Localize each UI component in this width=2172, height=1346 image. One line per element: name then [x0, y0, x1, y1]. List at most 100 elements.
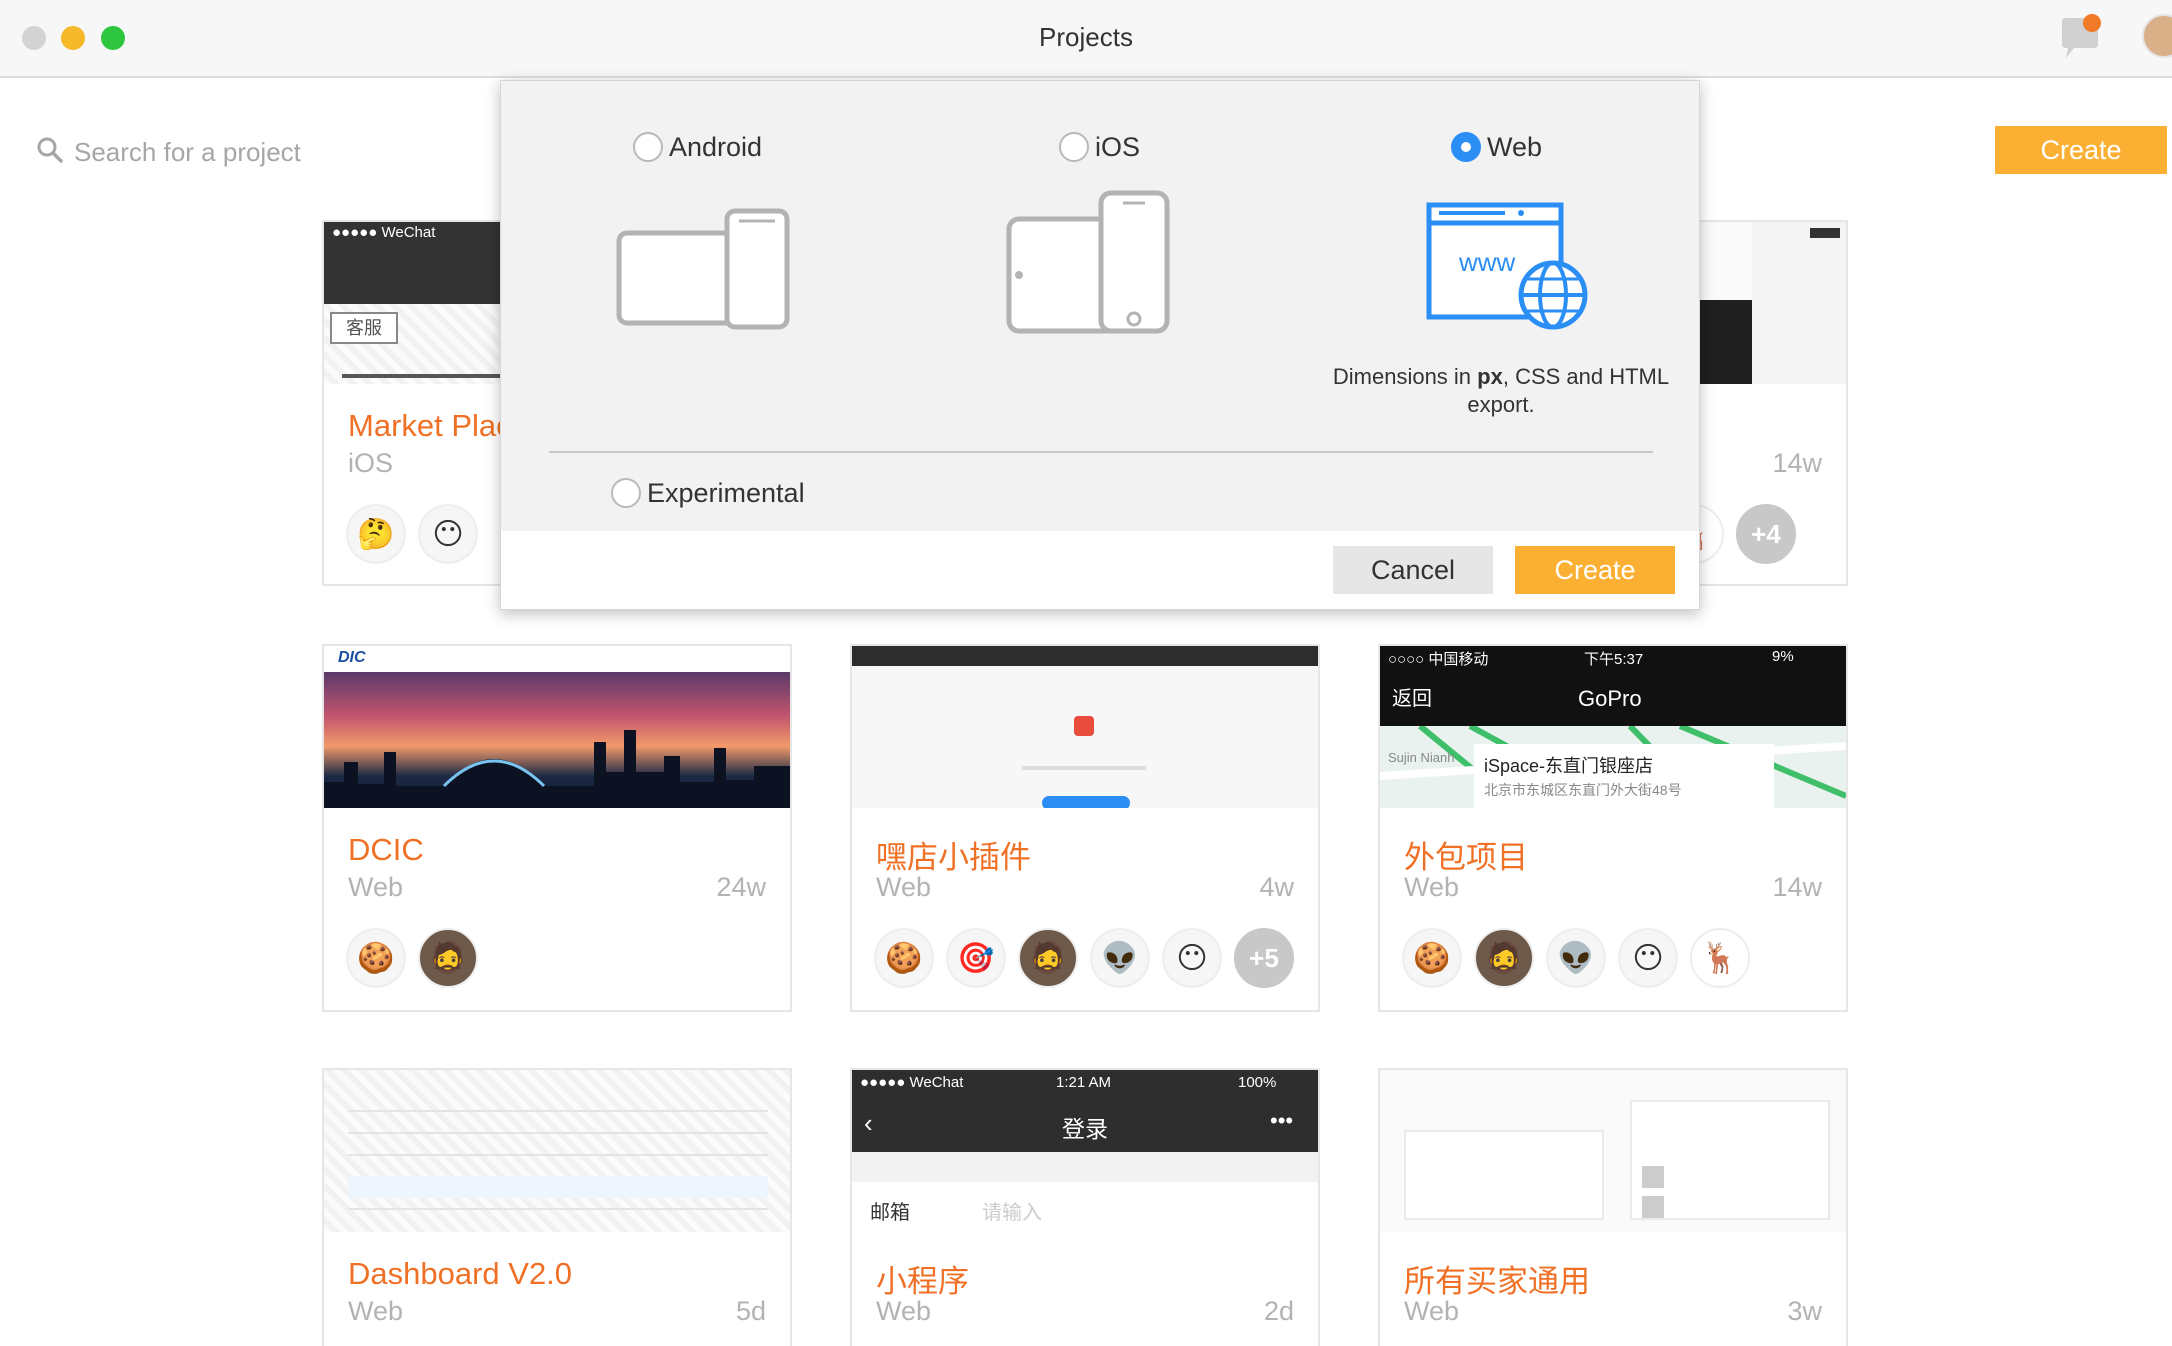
thumb-title: 登录	[1062, 1116, 1108, 1142]
project-thumbnail: DIC	[324, 646, 790, 808]
project-name: 所有买家通用	[1404, 1264, 1590, 1299]
thumb-field-hint: 请输入	[982, 1202, 1042, 1224]
thumb-location-title: iSpace-东直门银座店	[1484, 756, 1654, 776]
svg-text:www: www	[1458, 247, 1516, 277]
thumb-back-icon: ‹	[864, 1108, 873, 1138]
thumb-browser-bar	[852, 646, 1318, 666]
title-bar: Projects	[0, 0, 2172, 78]
project-platform: Web	[876, 1296, 932, 1326]
search-bar	[36, 132, 356, 172]
project-platform: Web	[348, 872, 404, 902]
project-last-modified: 24w	[716, 872, 766, 902]
project-thumbnail	[1380, 1070, 1846, 1232]
member-avatar[interactable]: 😶	[1618, 928, 1678, 988]
project-platform: iOS	[348, 448, 394, 478]
platform-option-android[interactable]: Android	[633, 127, 762, 167]
platform-option-experimental[interactable]: Experimental	[611, 473, 805, 513]
project-last-modified: 14w	[1772, 448, 1822, 478]
dialog-divider	[549, 451, 1653, 453]
project-name: 外包项目	[1404, 840, 1528, 875]
thumb-back-label: 返回	[1392, 688, 1432, 710]
android-devices-icon	[616, 208, 790, 330]
platform-label: Experimental	[647, 477, 805, 508]
project-name: DCIC	[348, 832, 424, 867]
member-avatar[interactable]: 🍪	[1402, 928, 1462, 988]
thumb-tag	[1810, 228, 1840, 238]
radio-experimental[interactable]	[611, 478, 641, 508]
project-thumbnail	[852, 646, 1318, 808]
project-name: Dashboard V2.0	[348, 1256, 573, 1291]
create-project-button[interactable]: Create	[1995, 126, 2167, 174]
project-platform: Web	[876, 872, 932, 902]
member-avatar[interactable]: 😶	[1162, 928, 1222, 988]
member-avatar[interactable]: 🦌	[1690, 928, 1750, 988]
thumb-row-line	[348, 1208, 768, 1210]
thumb-status-time: 下午5:37	[1584, 651, 1644, 668]
new-project-dialog: Android iOS Web www Dimensions in px, CS…	[500, 80, 1700, 610]
project-card-heidian-plugin[interactable]: 嘿店小插件 Web 4w 🍪 🎯 🧔 👽 😶 +5	[850, 644, 1320, 1012]
thumb-form-row: 邮箱 请输入	[852, 1182, 1318, 1232]
member-avatar[interactable]: 🎯	[946, 928, 1006, 988]
project-card-dashboard[interactable]: Dashboard V2.0 Web 5d	[322, 1068, 792, 1346]
thumb-status-carrier: ○○○○ 中国移动	[1388, 651, 1489, 668]
project-name: 小程序	[876, 1264, 969, 1299]
thumb-more-icon: •••	[1270, 1108, 1294, 1133]
project-card-mini-program[interactable]: ●●●●● WeChat 1:21 AM 100% ‹ 登录 ••• 邮箱 请输…	[850, 1068, 1320, 1346]
dialog-create-button[interactable]: Create	[1515, 546, 1675, 594]
web-description: Dimensions in px, CSS and HTML export.	[1321, 363, 1681, 419]
project-thumbnail	[324, 1070, 790, 1232]
project-name: Market Plac	[348, 408, 512, 443]
thumb-status-battery: 9%	[1772, 648, 1794, 665]
member-avatar[interactable]: 🤔	[346, 504, 406, 564]
more-members-badge[interactable]: +4	[1736, 504, 1796, 564]
thumb-field-label: 邮箱	[870, 1202, 910, 1224]
platform-option-web[interactable]: Web	[1451, 127, 1542, 167]
member-avatar[interactable]: 🍪	[874, 928, 934, 988]
thumb-text-line	[1022, 766, 1146, 770]
thumb-panel	[1404, 1130, 1604, 1220]
radio-web[interactable]	[1451, 132, 1481, 162]
platform-option-ios[interactable]: iOS	[1059, 127, 1140, 167]
project-card-outsourcing[interactable]: ○○○○ 中国移动 下午5:37 9% 返回 GoPro Sujin Nianh…	[1378, 644, 1848, 1012]
member-avatar[interactable]: 👽	[1546, 928, 1606, 988]
thumb-status-text: ●●●●● WeChat	[332, 224, 436, 241]
cancel-button[interactable]: Cancel	[1333, 546, 1493, 594]
member-avatar[interactable]: 👽	[1090, 928, 1150, 988]
more-members-badge[interactable]: +5	[1234, 928, 1294, 988]
platform-label: Android	[669, 131, 763, 162]
member-avatar[interactable]: 🍪	[346, 928, 406, 988]
thumb-row-line	[348, 1132, 768, 1134]
thumb-status-carrier: ●●●●● WeChat	[860, 1074, 964, 1091]
project-platform: Web	[348, 1296, 404, 1326]
thumb-product-image	[1642, 1166, 1664, 1188]
thumb-service-label: 客服	[330, 312, 398, 344]
member-avatar[interactable]: 🧔	[418, 928, 478, 988]
platform-label: Web	[1487, 131, 1543, 162]
thumb-logo: DIC	[338, 649, 366, 666]
project-name: 嘿店小插件	[876, 840, 1031, 875]
project-last-modified: 3w	[1787, 1296, 1822, 1326]
thumb-sidebar	[1752, 222, 1846, 384]
web-globe-icon: www	[1426, 202, 1588, 330]
thumb-map-area: Sujin Nianh	[1388, 750, 1455, 765]
thumb-button	[1042, 796, 1130, 808]
project-card-all-buyers[interactable]: 所有买家通用 Web 3w	[1378, 1068, 1848, 1346]
project-thumbnail: ○○○○ 中国移动 下午5:37 9% 返回 GoPro Sujin Nianh…	[1380, 646, 1846, 808]
thumb-row-line	[348, 1154, 768, 1156]
thumb-product-image	[1642, 1196, 1664, 1218]
project-last-modified: 4w	[1259, 872, 1294, 902]
platform-label: iOS	[1095, 131, 1141, 162]
project-platform: Web	[1404, 1296, 1460, 1326]
member-avatar[interactable]: 🧔	[1018, 928, 1078, 988]
window-title: Projects	[1039, 22, 1133, 52]
project-last-modified: 5d	[735, 1296, 766, 1326]
radio-android[interactable]	[633, 132, 663, 162]
radio-ios[interactable]	[1059, 132, 1089, 162]
search-input[interactable]	[74, 132, 354, 172]
project-card-dcic[interactable]: DIC DCIC Web 24w 🍪 🧔	[322, 644, 792, 1012]
member-avatar[interactable]: 😶	[418, 504, 478, 564]
member-avatar[interactable]: 🧔	[1474, 928, 1534, 988]
thumb-location-address: 北京市东城区东直门外大街48号	[1484, 782, 1682, 798]
thumb-location-card: iSpace-东直门银座店 北京市东城区东直门外大街48号	[1474, 744, 1774, 808]
search-icon	[37, 137, 63, 163]
